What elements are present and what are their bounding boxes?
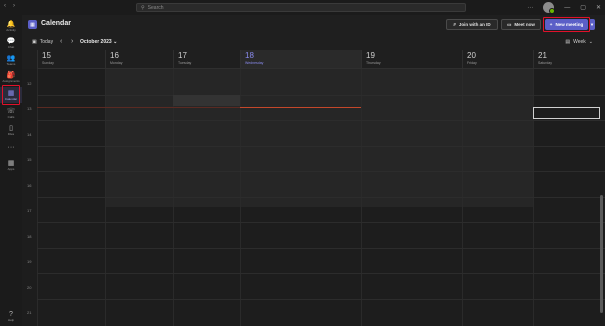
hour-label: 13: [27, 106, 32, 111]
rail-item-activity[interactable]: 🔔 Activity: [0, 18, 22, 34]
hour-label: 18: [27, 234, 32, 239]
day-header-monday[interactable]: 16 Monday: [105, 50, 173, 69]
rail-item-teams[interactable]: 👥 Teams: [0, 52, 22, 68]
view-switcher[interactable]: ▤ Week ⌄: [565, 39, 593, 45]
file-icon: ▯: [9, 124, 13, 132]
phone-icon: ☏: [6, 107, 16, 115]
teams-icon: 👥: [6, 54, 16, 62]
current-time-indicator: [240, 107, 361, 108]
assignments-icon: 🎒: [6, 71, 16, 79]
maximize-icon[interactable]: ▢: [580, 4, 586, 11]
calendar-header: ▦ Calendar # Join with an ID ▭ Meet now …: [22, 15, 605, 35]
search-placeholder: Search: [147, 4, 164, 11]
hour-divider: [37, 273, 605, 274]
chevron-down-icon: ⌄: [113, 39, 118, 45]
help-icon: ?: [9, 310, 13, 318]
hour-label: 15: [27, 157, 32, 162]
hour-label: 19: [27, 259, 32, 264]
day-header-sunday[interactable]: 15 Sunday: [37, 50, 105, 69]
calendar-logo-icon: ▦: [28, 20, 37, 29]
more-options-icon[interactable]: ···: [527, 5, 533, 11]
hour-divider: [37, 248, 605, 249]
rail-item-assignments[interactable]: 🎒 Assignments: [0, 69, 22, 85]
close-icon[interactable]: ✕: [596, 4, 601, 11]
rail-item-files[interactable]: ▯ Files: [0, 122, 22, 138]
forward-arrow-icon[interactable]: ›: [13, 3, 15, 9]
today-button[interactable]: ▣ Today: [32, 39, 53, 45]
calendar-view-icon: ▤: [565, 39, 571, 45]
selected-time-slot[interactable]: [533, 107, 600, 119]
day-header-wednesday[interactable]: 18 Wednesday: [240, 50, 361, 69]
bell-icon: 🔔: [6, 20, 16, 28]
video-icon: ▭: [507, 21, 512, 27]
rail-item-apps[interactable]: ▦ Apps: [0, 157, 22, 173]
previous-week-icon[interactable]: ‹: [60, 38, 62, 45]
meet-now-button[interactable]: ▭ Meet now: [501, 19, 541, 30]
chat-icon: 💬: [6, 37, 16, 45]
calendar-highlight-box: [2, 85, 20, 105]
rail-item-help[interactable]: ? Help: [0, 308, 22, 324]
app-rail: 🔔 Activity 💬 Chat 👥 Teams 🎒 Assignments …: [0, 15, 22, 326]
title-bar: ‹ › ⚲ Search ··· — ▢ ✕: [0, 0, 605, 15]
chevron-down-icon: ▾: [590, 21, 594, 27]
avatar[interactable]: [543, 2, 556, 14]
hour-divider: [37, 95, 605, 96]
calendar-today-icon: ▣: [32, 39, 37, 45]
hour-divider: [37, 197, 605, 198]
hour-label: 20: [27, 285, 32, 290]
title-bar-controls: ··· — ▢ ✕: [527, 2, 601, 14]
hour-divider: [37, 299, 605, 300]
hour-label: 16: [27, 183, 32, 188]
calendar-event-block[interactable]: [173, 95, 240, 106]
hour-divider: [37, 171, 605, 172]
search-input[interactable]: ⚲ Search: [136, 3, 466, 12]
rail-item-calls[interactable]: ☏ Calls: [0, 105, 22, 121]
day-header-tuesday[interactable]: 17 Tuesday: [173, 50, 240, 69]
hour-label: 12: [27, 81, 32, 86]
day-header-thursday[interactable]: 19 Thursday: [361, 50, 462, 69]
more-icon: ···: [7, 143, 15, 151]
hash-icon: #: [453, 22, 456, 27]
search-icon: ⚲: [141, 4, 145, 11]
hour-label: 14: [27, 132, 32, 137]
minimize-icon[interactable]: —: [564, 5, 570, 11]
history-nav: ‹ ›: [4, 3, 15, 9]
apps-icon: ▦: [7, 159, 15, 167]
join-with-id-button[interactable]: # Join with an ID: [446, 19, 498, 30]
hour-divider: [37, 222, 605, 223]
day-header-saturday[interactable]: 21 Saturday: [533, 50, 605, 69]
calendar-toolbar: ▣ Today ‹ › October 2023 ⌄ ▤ Week ⌄: [22, 35, 605, 50]
vertical-scrollbar[interactable]: [600, 195, 603, 313]
rail-item-more[interactable]: ···: [0, 139, 22, 155]
rail-item-chat[interactable]: 💬 Chat: [0, 35, 22, 51]
back-arrow-icon[interactable]: ‹: [4, 3, 6, 9]
hour-label: 17: [27, 208, 32, 213]
working-hours-area: [105, 69, 533, 207]
next-week-icon[interactable]: ›: [71, 38, 73, 45]
hour-divider: [37, 146, 605, 147]
month-picker[interactable]: October 2023 ⌄: [80, 39, 117, 45]
hour-divider: [37, 120, 605, 121]
teams-window: ‹ › ⚲ Search ··· — ▢ ✕ 🔔 Activity 💬 Chat…: [0, 0, 605, 326]
page-title: Calendar: [41, 20, 71, 27]
chevron-down-icon: ⌄: [588, 39, 593, 45]
day-header-friday[interactable]: 20 Friday: [462, 50, 533, 69]
hour-label: 21: [27, 310, 32, 315]
new-meeting-highlight-box: [543, 17, 590, 32]
